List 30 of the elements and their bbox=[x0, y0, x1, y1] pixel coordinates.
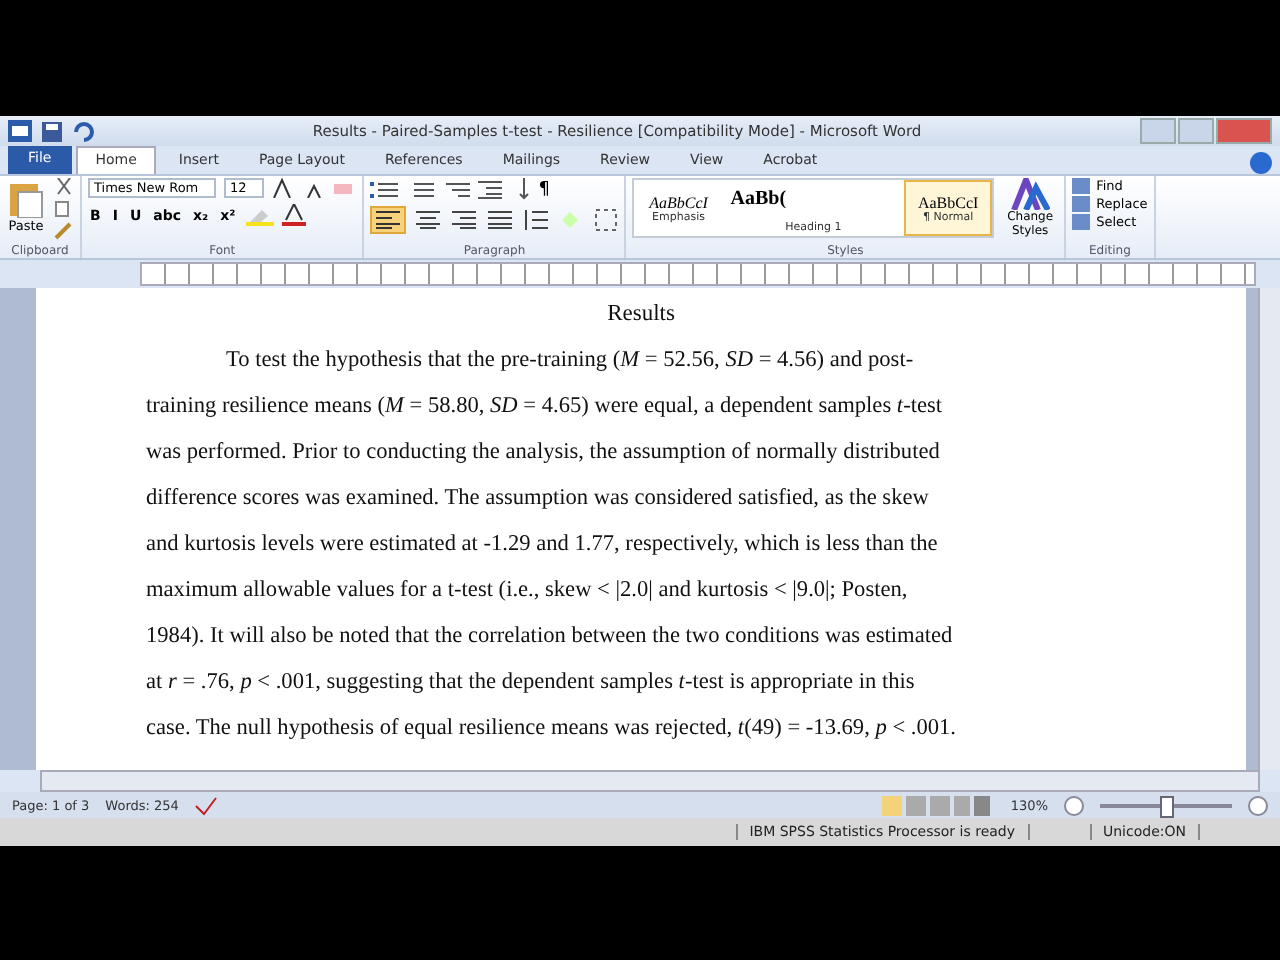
view-buttons-icon[interactable] bbox=[882, 795, 995, 815]
vertical-scrollbar[interactable] bbox=[1258, 288, 1280, 770]
align-left-icon[interactable] bbox=[370, 206, 407, 234]
proofing-icon[interactable] bbox=[194, 795, 219, 815]
borders-icon[interactable] bbox=[594, 208, 619, 232]
cut-icon[interactable] bbox=[54, 178, 74, 196]
document-paragraph: To test the hypothesis that the pre-training (M = 52.56, SD = 4.56) and post- training resilience means (M = 58.80, SD = 4.65) were equal, a dependent samples t-test was performed. Prior to conducting the analysis, the assumption of normally distributed difference scores was examined. The assumption was considered satisfied, as the skew and kurtosis levels were estimated at -1.29 and 1.77, respectively, which is less than the maximum allowable values for a t-test (i.e., skew < |2.0| and kurtosis < |9.0|; Posten, 1984). It will also be noted that the correlation between the two conditions was estimated at r = .76, p < .001, suggesting that the dependent samples t-test is appropriate in this case. The null hypothesis of equal resilience means was rejected, t(49) = -13.69, p < .001. bbox=[146, 346, 959, 744]
clipboard-icon bbox=[6, 178, 46, 218]
zoom-out-button[interactable] bbox=[1064, 795, 1084, 815]
help-icon[interactable] bbox=[1250, 152, 1272, 174]
justify-icon[interactable] bbox=[486, 208, 515, 232]
align-center-icon[interactable] bbox=[414, 208, 443, 232]
font-color-icon[interactable] bbox=[281, 204, 306, 226]
save-icon[interactable] bbox=[42, 121, 62, 141]
indent-icon[interactable] bbox=[478, 179, 503, 199]
pilcrow-button[interactable]: ¶ bbox=[538, 179, 551, 199]
undo-icon[interactable] bbox=[72, 121, 94, 141]
word-logo-icon[interactable] bbox=[8, 120, 32, 142]
grow-font-icon[interactable] bbox=[272, 178, 297, 198]
line-spacing-icon[interactable] bbox=[522, 208, 551, 232]
change-styles-icon bbox=[1010, 178, 1051, 210]
document-heading: Results bbox=[605, 302, 677, 326]
format-painter-icon[interactable] bbox=[54, 222, 74, 240]
align-right-icon[interactable] bbox=[450, 208, 479, 232]
multilevel-list-icon[interactable] bbox=[442, 179, 471, 199]
zoom-in-button[interactable] bbox=[1248, 795, 1268, 815]
zoom-slider[interactable] bbox=[1160, 795, 1174, 817]
horizontal-scrollbar[interactable] bbox=[40, 770, 1260, 792]
copy-icon[interactable] bbox=[54, 200, 74, 218]
bullets-icon[interactable] bbox=[370, 179, 399, 199]
